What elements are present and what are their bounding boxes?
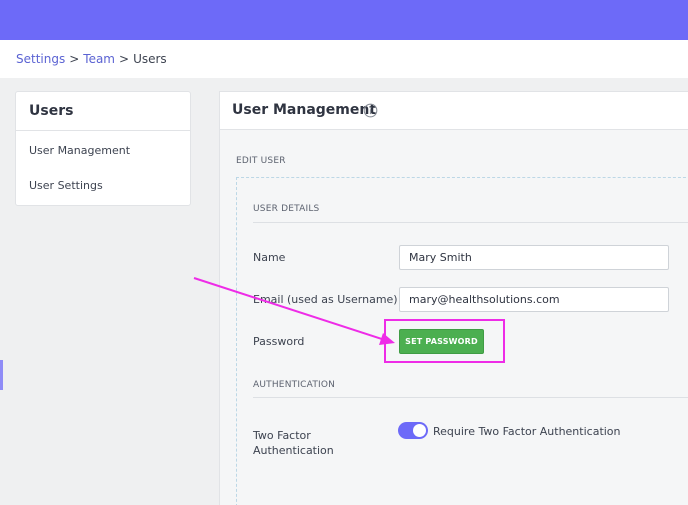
name-input[interactable]: Mary Smith: [399, 245, 669, 270]
sidebar-item-user-management[interactable]: User Management: [29, 144, 130, 157]
sidebar-card: Users User Management User Settings: [15, 91, 191, 206]
top-app-bar: [0, 0, 688, 40]
breadcrumb-bar: Settings > Team > Users: [0, 40, 688, 78]
breadcrumb-separator: >: [69, 52, 80, 66]
breadcrumb-users: Users: [133, 52, 167, 66]
two-factor-label: Two Factor Authentication: [253, 428, 334, 458]
breadcrumb-separator: >: [119, 52, 130, 66]
left-edge-accent: [0, 360, 3, 390]
annotation-highlight-box: [384, 319, 505, 363]
email-label: Email (used as Username): [253, 293, 398, 306]
sidebar-item-user-settings[interactable]: User Settings: [29, 179, 103, 192]
two-factor-toggle-label[interactable]: Require Two Factor Authentication: [433, 425, 621, 438]
sidebar-divider: [16, 130, 190, 131]
main-header: User Management: [220, 92, 688, 130]
section-divider: [253, 397, 688, 398]
toggle-knob: [413, 424, 426, 437]
main-panel: User Management EDIT USER USER DETAILS N…: [219, 91, 688, 505]
name-label: Name: [253, 251, 286, 264]
info-circle-icon[interactable]: [363, 103, 378, 118]
two-factor-toggle[interactable]: [398, 422, 428, 439]
email-input[interactable]: mary@healthsolutions.com: [399, 287, 669, 312]
breadcrumb-settings[interactable]: Settings: [16, 52, 65, 66]
two-factor-label-line2: Authentication: [253, 444, 334, 457]
breadcrumb: Settings > Team > Users: [16, 52, 167, 66]
sidebar-title: Users: [29, 103, 74, 119]
section-authentication: AUTHENTICATION: [253, 380, 336, 390]
breadcrumb-team[interactable]: Team: [83, 52, 115, 66]
password-label: Password: [253, 335, 305, 348]
two-factor-label-line1: Two Factor: [253, 429, 311, 442]
section-edit-user: EDIT USER: [236, 156, 286, 166]
page-title: User Management: [232, 102, 377, 118]
section-divider: [253, 222, 688, 223]
section-user-details: USER DETAILS: [253, 204, 320, 214]
